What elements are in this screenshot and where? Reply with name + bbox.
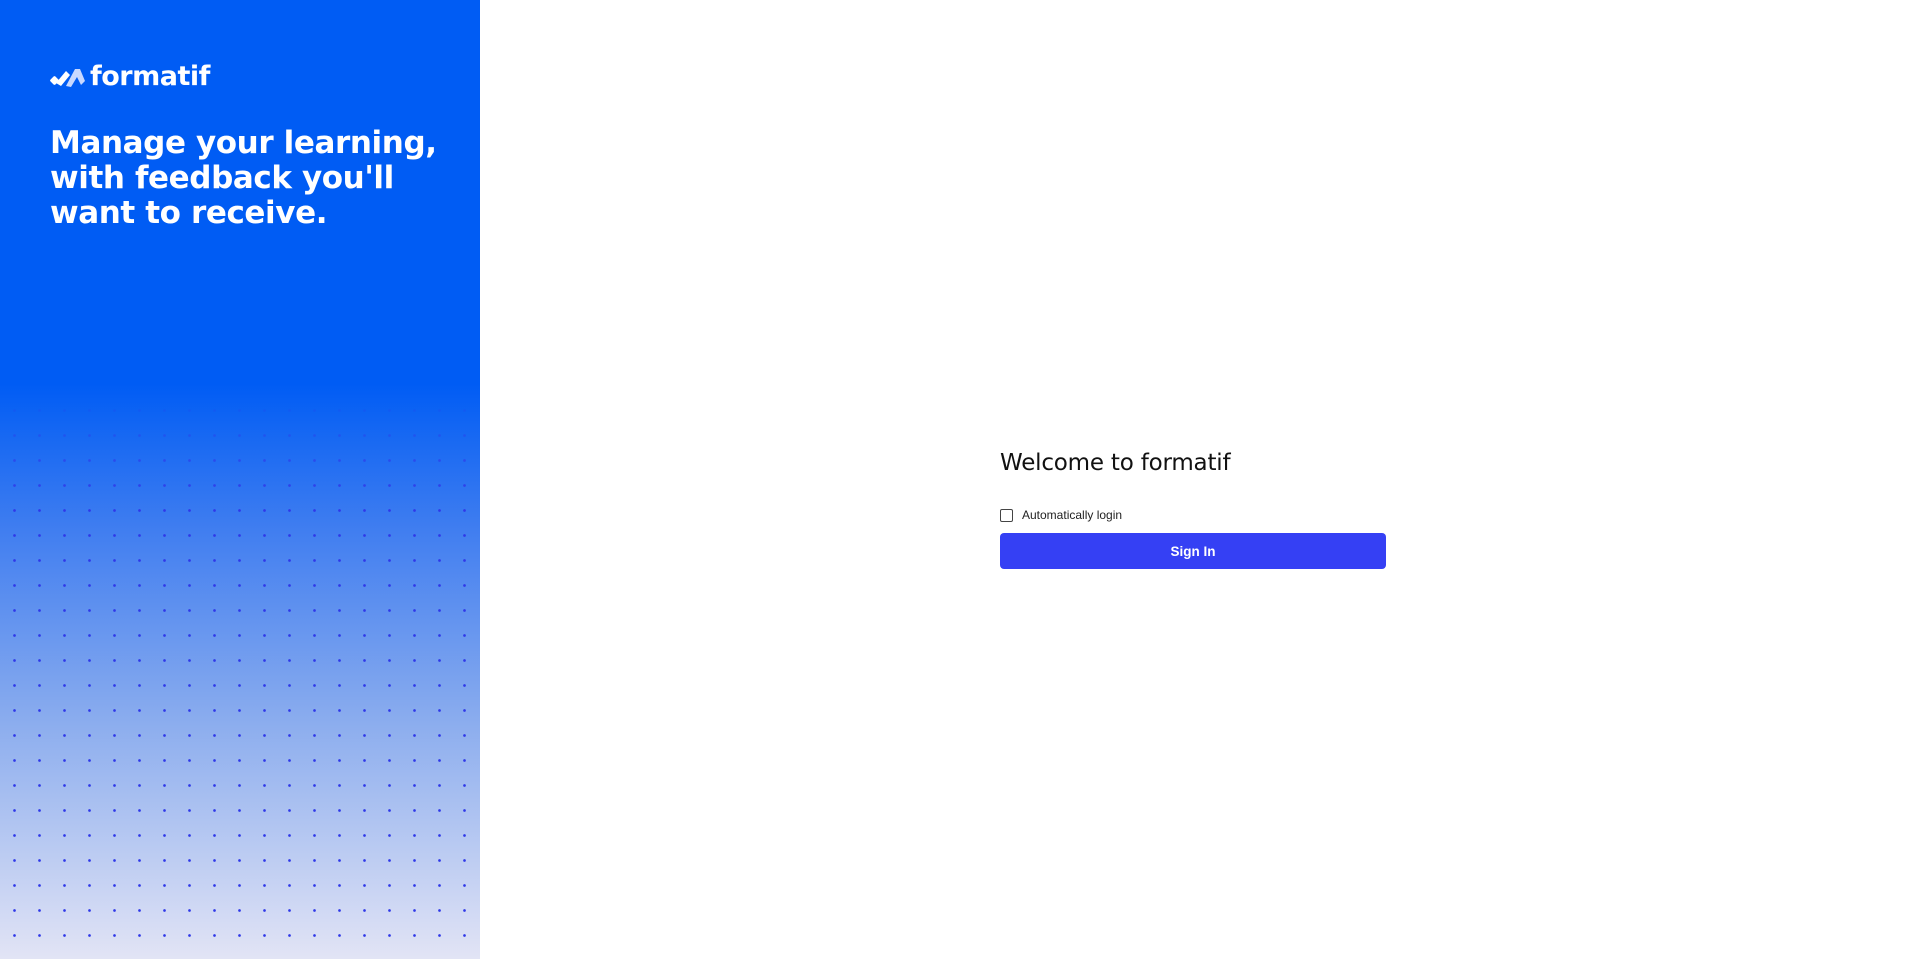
- login-card: Welcome to formatif Automatically login …: [1000, 448, 1386, 569]
- brand-panel: formatif Manage your learning, with feed…: [0, 0, 480, 959]
- login-panel: Welcome to formatif Automatically login …: [480, 0, 1920, 959]
- sign-in-button-label: Sign In: [1170, 543, 1216, 559]
- dot-pattern-background: [0, 390, 480, 959]
- welcome-title: Welcome to formatif: [1000, 450, 1231, 476]
- brand-content: formatif Manage your learning, with feed…: [50, 62, 450, 231]
- tagline: Manage your learning, with feedback you'…: [50, 125, 437, 231]
- sign-in-button[interactable]: Sign In: [1000, 533, 1386, 569]
- formatif-logo-icon: [50, 65, 86, 89]
- logo: formatif: [50, 62, 450, 92]
- logo-text: formatif: [90, 61, 210, 92]
- auto-login-label: Automatically login: [1022, 508, 1123, 522]
- auto-login-option[interactable]: Automatically login: [1000, 506, 1386, 524]
- login-page: formatif Manage your learning, with feed…: [0, 0, 1920, 959]
- auto-login-checkbox[interactable]: [1000, 508, 1013, 522]
